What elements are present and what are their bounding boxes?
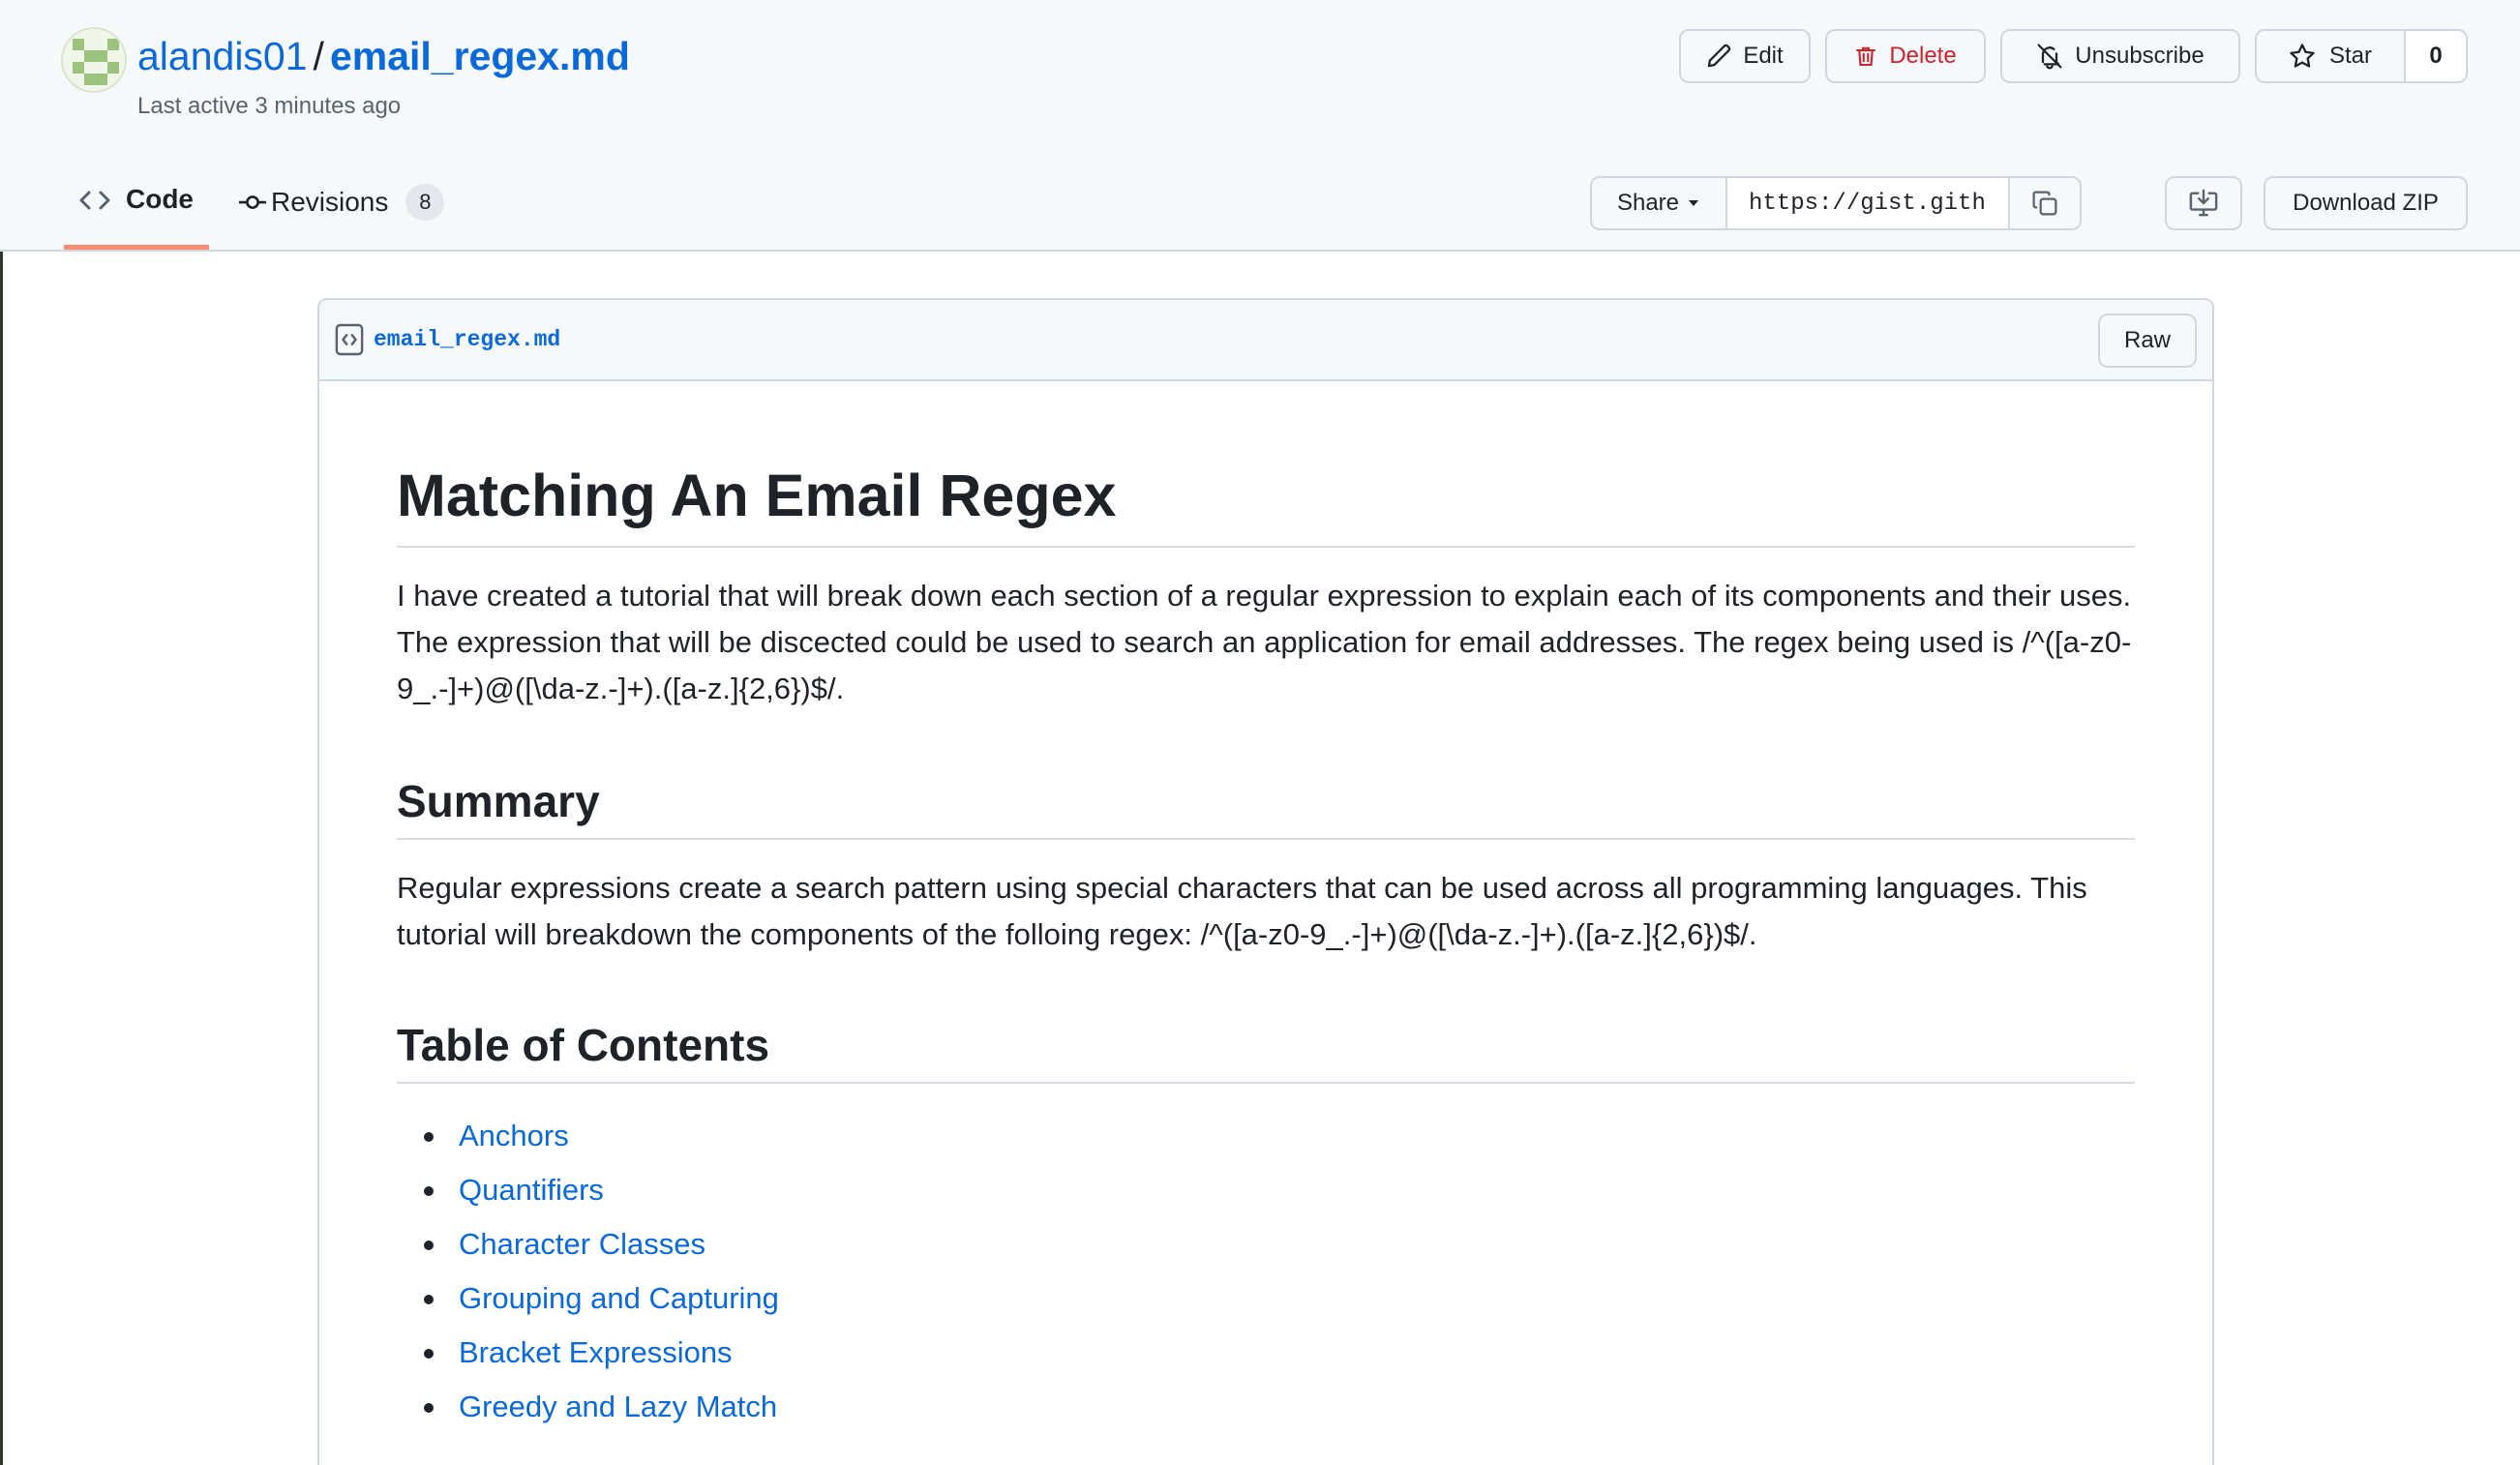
file-header: email_regex.md Raw xyxy=(319,300,2212,381)
bell-slash-icon xyxy=(2037,44,2062,70)
toc-item: Bracket Expressions xyxy=(397,1326,2135,1380)
summary-paragraph: Regular expressions create a search patt… xyxy=(397,871,2087,951)
file-code-icon xyxy=(335,323,364,356)
commit-icon xyxy=(238,195,267,209)
share-clone-group: Share xyxy=(1590,176,2082,230)
star-button[interactable]: Star xyxy=(2257,31,2406,81)
trash-icon xyxy=(1856,46,1876,67)
unsubscribe-button[interactable]: Unsubscribe xyxy=(2000,29,2240,83)
code-icon xyxy=(79,191,110,210)
page-title: Matching An Email Regex xyxy=(397,459,2135,548)
owner-link[interactable]: alandis01 xyxy=(137,34,308,78)
toc-link-bracket-expressions[interactable]: Bracket Expressions xyxy=(459,1335,733,1369)
gist-name-link[interactable]: email_regex.md xyxy=(330,34,630,78)
revisions-counter: 8 xyxy=(405,184,445,221)
tab-revisions-label: Revisions xyxy=(271,187,389,217)
toc-item: Greedy and Lazy Match xyxy=(397,1380,2135,1434)
intro-paragraph: I have created a tutorial that will brea… xyxy=(397,579,2132,705)
summary-heading: Summary xyxy=(397,772,2135,840)
toc-link-character-classes[interactable]: Character Classes xyxy=(459,1227,705,1261)
toc-item: Quantifiers xyxy=(397,1163,2135,1217)
tab-code-label: Code xyxy=(126,184,194,214)
toc-link-greedy-lazy[interactable]: Greedy and Lazy Match xyxy=(459,1390,777,1423)
gist-title: alandis01/email_regex.md xyxy=(137,29,630,83)
delete-button[interactable]: Delete xyxy=(1825,29,1986,83)
toc-item: Character Classes xyxy=(397,1217,2135,1271)
title-separator: / xyxy=(313,34,324,78)
tab-code[interactable]: Code xyxy=(64,174,209,250)
share-label: Share xyxy=(1616,190,1680,216)
star-label: Star xyxy=(2328,43,2372,69)
last-active-text: Last active 3 minutes ago xyxy=(137,93,402,119)
toc-item: Anchors xyxy=(397,1109,2135,1163)
toc-link-anchors[interactable]: Anchors xyxy=(459,1119,569,1152)
download-zip-button[interactable]: Download ZIP xyxy=(2264,176,2468,230)
file-name-link[interactable]: email_regex.md xyxy=(374,327,560,352)
copy-url-button[interactable] xyxy=(2010,178,2080,228)
star-icon xyxy=(2290,44,2315,68)
gist-header: alandis01/email_regex.md Last active 3 m… xyxy=(0,0,2520,252)
toc-heading: Table of Contents xyxy=(397,1016,2135,1084)
toc-item: Grouping and Capturing xyxy=(397,1271,2135,1326)
avatar[interactable] xyxy=(61,27,127,93)
identicon xyxy=(73,39,119,85)
toc-list: Anchors Quantifiers Character Classes Gr… xyxy=(397,1109,2135,1434)
toc-link-quantifiers[interactable]: Quantifiers xyxy=(459,1173,604,1207)
unsubscribe-label: Unsubscribe xyxy=(2075,43,2205,69)
raw-button[interactable]: Raw xyxy=(2098,314,2197,368)
file-box: email_regex.md Raw Matching An Email Reg… xyxy=(317,298,2214,1465)
toc-link-grouping-capturing[interactable]: Grouping and Capturing xyxy=(459,1281,779,1315)
pencil-icon xyxy=(1708,44,1731,68)
delete-label: Delete xyxy=(1889,43,1957,69)
triangle-down-icon xyxy=(1689,200,1699,206)
desktop-download-icon xyxy=(2189,189,2218,217)
star-button-group: Star 0 xyxy=(2255,29,2468,83)
share-url-input[interactable] xyxy=(1727,178,2010,228)
star-count[interactable]: 0 xyxy=(2406,31,2466,81)
open-desktop-button[interactable] xyxy=(2165,176,2242,230)
copy-icon xyxy=(2032,191,2057,216)
edit-label: Edit xyxy=(1743,43,1784,69)
edit-button[interactable]: Edit xyxy=(1679,29,1811,83)
share-dropdown-button[interactable]: Share xyxy=(1592,178,1727,228)
tab-revisions[interactable]: Revisions 8 xyxy=(238,184,445,221)
